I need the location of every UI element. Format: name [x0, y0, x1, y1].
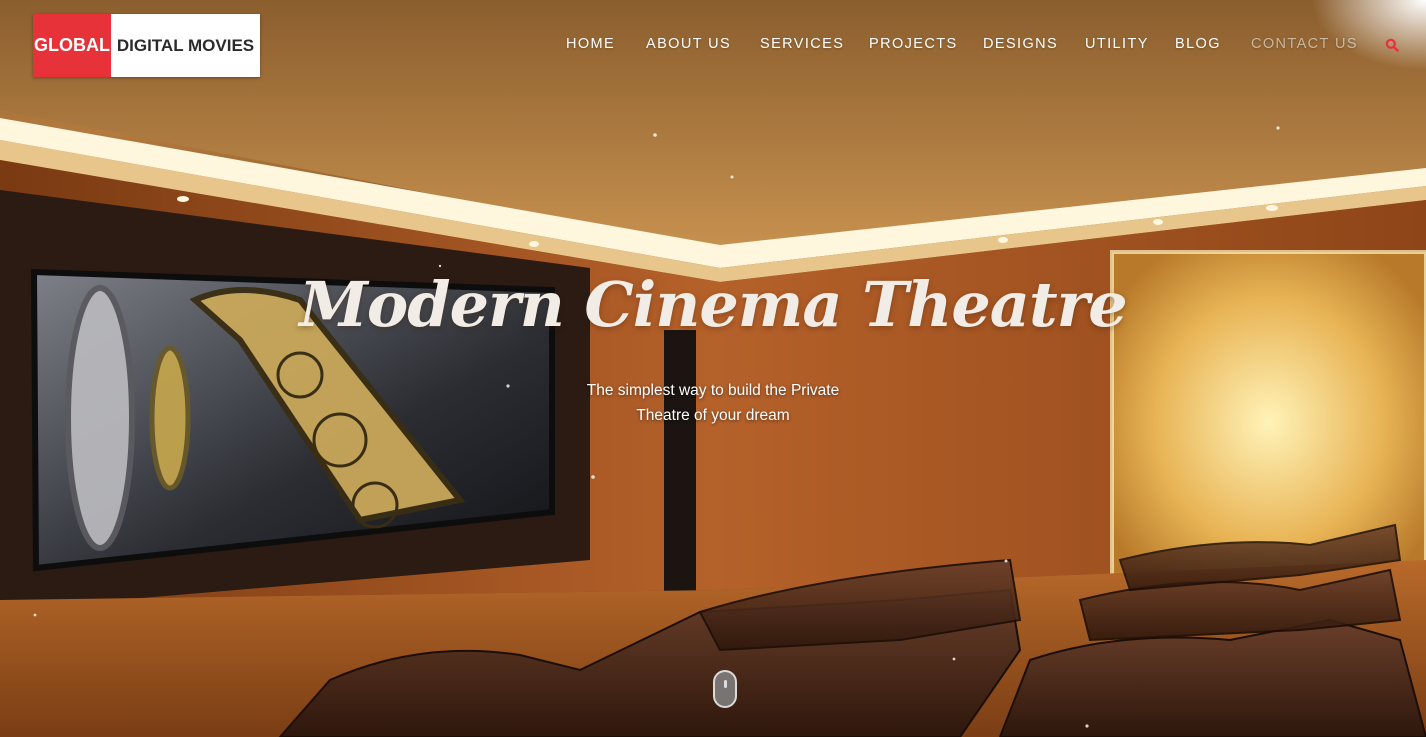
nav-utility[interactable]: UTILITY — [1085, 36, 1149, 52]
nav-home[interactable]: HOME — [566, 36, 615, 52]
hero-subtitle-line-2: Theatre of your dream — [636, 407, 790, 424]
nav-contact-us[interactable]: CONTACT US — [1251, 36, 1358, 52]
nav-about-us[interactable]: ABOUT US — [646, 36, 731, 52]
hero-section: GLOBAL DIGITAL MOVIES HOME ABOUT US SERV… — [0, 0, 1426, 737]
nav-projects[interactable]: PROJECTS — [869, 36, 958, 52]
nav-designs[interactable]: DESIGNS — [983, 36, 1058, 52]
nav-blog[interactable]: BLOG — [1175, 36, 1221, 52]
search-icon[interactable] — [1385, 38, 1399, 52]
hero-subtitle-line-1: The simplest way to build the Private — [586, 382, 840, 399]
hero-title: Modern Cinema Theatre — [299, 268, 1127, 341]
main-navigation: HOME ABOUT US SERVICES PROJECTS DESIGNS … — [0, 36, 1426, 56]
cinema-room-background — [0, 0, 1426, 737]
mouse-scroll-icon[interactable] — [713, 670, 737, 708]
hero-subtitle: The simplest way to build the Private Th… — [0, 378, 1426, 428]
nav-services[interactable]: SERVICES — [760, 36, 844, 52]
